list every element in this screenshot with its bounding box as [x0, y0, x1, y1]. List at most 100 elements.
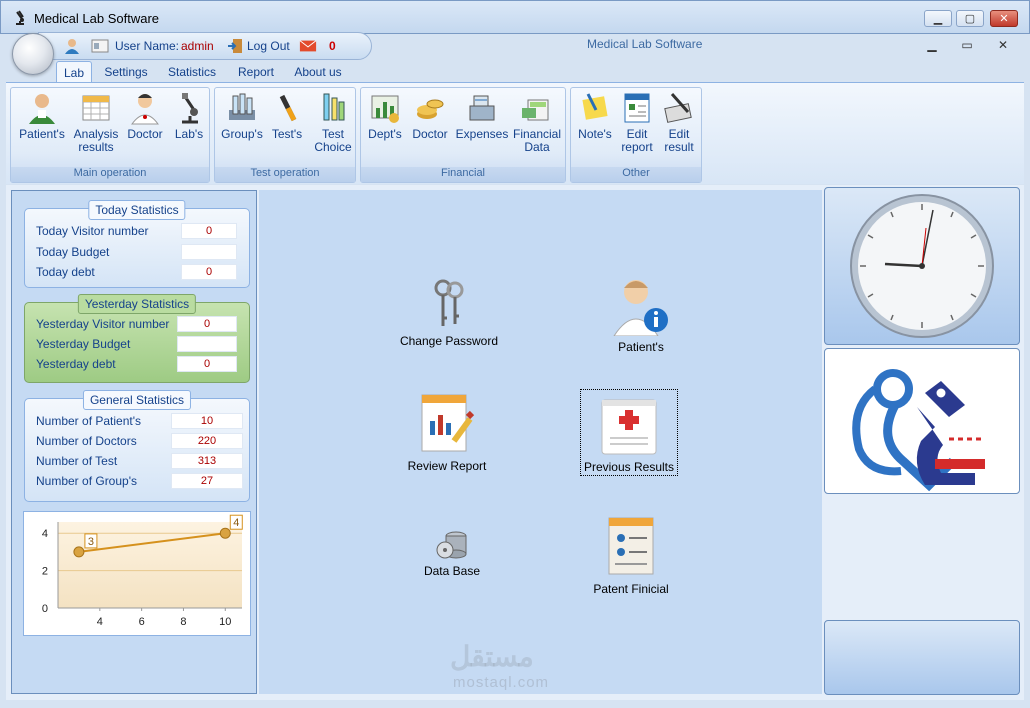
edit-result-label: Edit result — [664, 127, 694, 154]
group-financial-label: Financial — [361, 167, 565, 182]
general-statistics-title: General Statistics — [82, 390, 192, 410]
user-icon — [65, 39, 79, 54]
test-choice-button[interactable]: Test Choice — [311, 90, 355, 154]
expenses-button[interactable]: Expenses — [455, 90, 509, 141]
today-statistics-title: Today Statistics — [88, 200, 186, 220]
patients-button[interactable]: Patient's — [17, 90, 67, 141]
application-orb-button[interactable] — [12, 33, 54, 75]
logout-label: Log Out — [247, 39, 290, 53]
doctors-count-label: Number of Doctors — [36, 434, 137, 448]
chart-point — [73, 546, 85, 558]
database-button[interactable]: Data Base — [405, 530, 499, 578]
chart-data-label: 3 — [88, 536, 94, 548]
change-password-button[interactable]: Change Password — [399, 278, 499, 348]
labs-button[interactable]: Lab's — [169, 90, 209, 141]
quick-access-bar: User Name: admin Log Out 0 — [8, 32, 1026, 60]
today-budget-value — [181, 244, 237, 260]
tab-settings[interactable]: Settings — [100, 61, 152, 83]
patient-icon — [29, 94, 55, 124]
edit-report-label: Edit report — [621, 127, 653, 154]
notes-button[interactable]: Note's — [575, 90, 615, 141]
quick-access-pill: User Name: admin Log Out 0 — [38, 32, 372, 60]
tab-statistics[interactable]: Statistics — [164, 61, 220, 83]
minimize-icon: ▁ — [933, 13, 943, 25]
inner-minimize-button[interactable]: ▁ — [922, 38, 942, 52]
database-icon — [436, 531, 467, 559]
yesterday-statistics-title: Yesterday Statistics — [77, 294, 197, 314]
previous-results-button[interactable]: Previous Results — [580, 389, 678, 476]
review-report-button[interactable]: Review Report — [397, 393, 497, 473]
watermark-logo-text: mostaql.com — [453, 674, 550, 691]
test-tube-icon — [279, 94, 297, 122]
patients-label: Patient's — [19, 127, 65, 141]
microscope-icon — [16, 10, 24, 25]
ribbon-title: Medical Lab Software — [587, 37, 703, 51]
table-sheet-icon — [82, 95, 110, 121]
yesterday-visitor-value: 0 — [177, 316, 237, 332]
chart-y-tick-label: 4 — [42, 528, 48, 540]
yesterday-budget-label: Yesterday Budget — [36, 337, 131, 351]
tests-button[interactable]: Test's — [267, 90, 307, 141]
depts-button[interactable]: Dept's — [365, 90, 405, 141]
minimize-button[interactable]: ▁ — [924, 10, 952, 27]
tests-label: Test's — [271, 127, 303, 141]
inner-restore-button[interactable]: ▭ — [957, 38, 977, 52]
tests-count-label: Number of Test — [36, 454, 118, 468]
analysis-results-label: Analysis results — [73, 127, 119, 154]
close-icon: ✕ — [999, 13, 1009, 25]
database-label: Data Base — [423, 564, 481, 578]
test-tubes-rack-icon — [229, 93, 255, 120]
yesterday-budget-value — [177, 336, 237, 352]
expenses-label: Expenses — [455, 127, 509, 141]
group-other-label: Other — [571, 167, 701, 182]
maximize-icon: ▢ — [964, 13, 976, 25]
mail-icon[interactable] — [299, 38, 317, 54]
patients-count-label: Number of Patient's — [36, 414, 142, 428]
groups-count-value: 27 — [171, 473, 243, 489]
lab-logo-icon — [852, 369, 985, 492]
cash-register-icon — [469, 95, 495, 121]
edit-result-icon — [664, 93, 692, 123]
doctor-button[interactable]: Doctor — [123, 90, 167, 141]
today-visitor-label: Today Visitor number — [36, 224, 149, 238]
financial-doctor-button[interactable]: Doctor — [409, 90, 451, 141]
patent-finicial-button[interactable]: Patent Finicial — [581, 516, 681, 596]
window-titlebar: Medical Lab Software ▁ ▢ ✕ — [0, 0, 1030, 34]
chart-y-tick-label: 2 — [42, 566, 48, 578]
patent-finicial-label: Patent Finicial — [593, 582, 669, 596]
medical-clipboard-icon — [601, 399, 657, 455]
logout-button[interactable]: Log Out — [225, 33, 295, 59]
previous-results-label: Previous Results — [583, 460, 675, 474]
coins-icon — [417, 99, 444, 119]
tests-count-value: 313 — [171, 453, 243, 469]
close-button[interactable]: ✕ — [990, 10, 1018, 27]
today-budget-label: Today Budget — [36, 245, 110, 259]
maximize-button[interactable]: ▢ — [956, 10, 984, 27]
message-count: 0 — [329, 39, 336, 53]
user-name-value: admin — [181, 39, 214, 53]
patients-dashboard-button[interactable]: Patient's — [591, 274, 691, 354]
group-main-operation: Patient's Analysis results Doctor Lab's … — [10, 87, 210, 183]
inner-close-button[interactable]: ✕ — [993, 38, 1013, 52]
analysis-results-button[interactable]: Analysis results — [71, 90, 121, 154]
change-password-label: Change Password — [399, 334, 499, 348]
doctor-label: Doctor — [127, 127, 163, 141]
today-visitor-value: 0 — [181, 223, 237, 239]
edit-result-button[interactable]: Edit result — [659, 90, 699, 154]
clock-box — [824, 187, 1020, 345]
group-financial: Dept's Doctor Expenses Financial Data Fi… — [360, 87, 566, 183]
tab-report[interactable]: Report — [234, 61, 278, 83]
groups-button[interactable]: Group's — [219, 90, 265, 141]
ribbon: Patient's Analysis results Doctor Lab's … — [6, 82, 1024, 184]
patients-dashboard-label: Patient's — [618, 340, 664, 354]
chart-point — [219, 527, 231, 539]
line-chart: 0 2 4 4 6 8 10 3 4 — [42, 514, 243, 628]
edit-report-button[interactable]: Edit report — [617, 90, 657, 154]
money-chart-icon — [371, 95, 399, 123]
notes-label: Note's — [578, 127, 612, 141]
yesterday-debt-label: Yesterday debt — [36, 357, 116, 371]
chart-data-label: 4 — [233, 517, 239, 529]
tab-lab[interactable]: Lab — [56, 61, 92, 83]
financial-data-button[interactable]: Financial Data — [511, 90, 563, 154]
tab-about-us[interactable]: About us — [290, 61, 346, 83]
